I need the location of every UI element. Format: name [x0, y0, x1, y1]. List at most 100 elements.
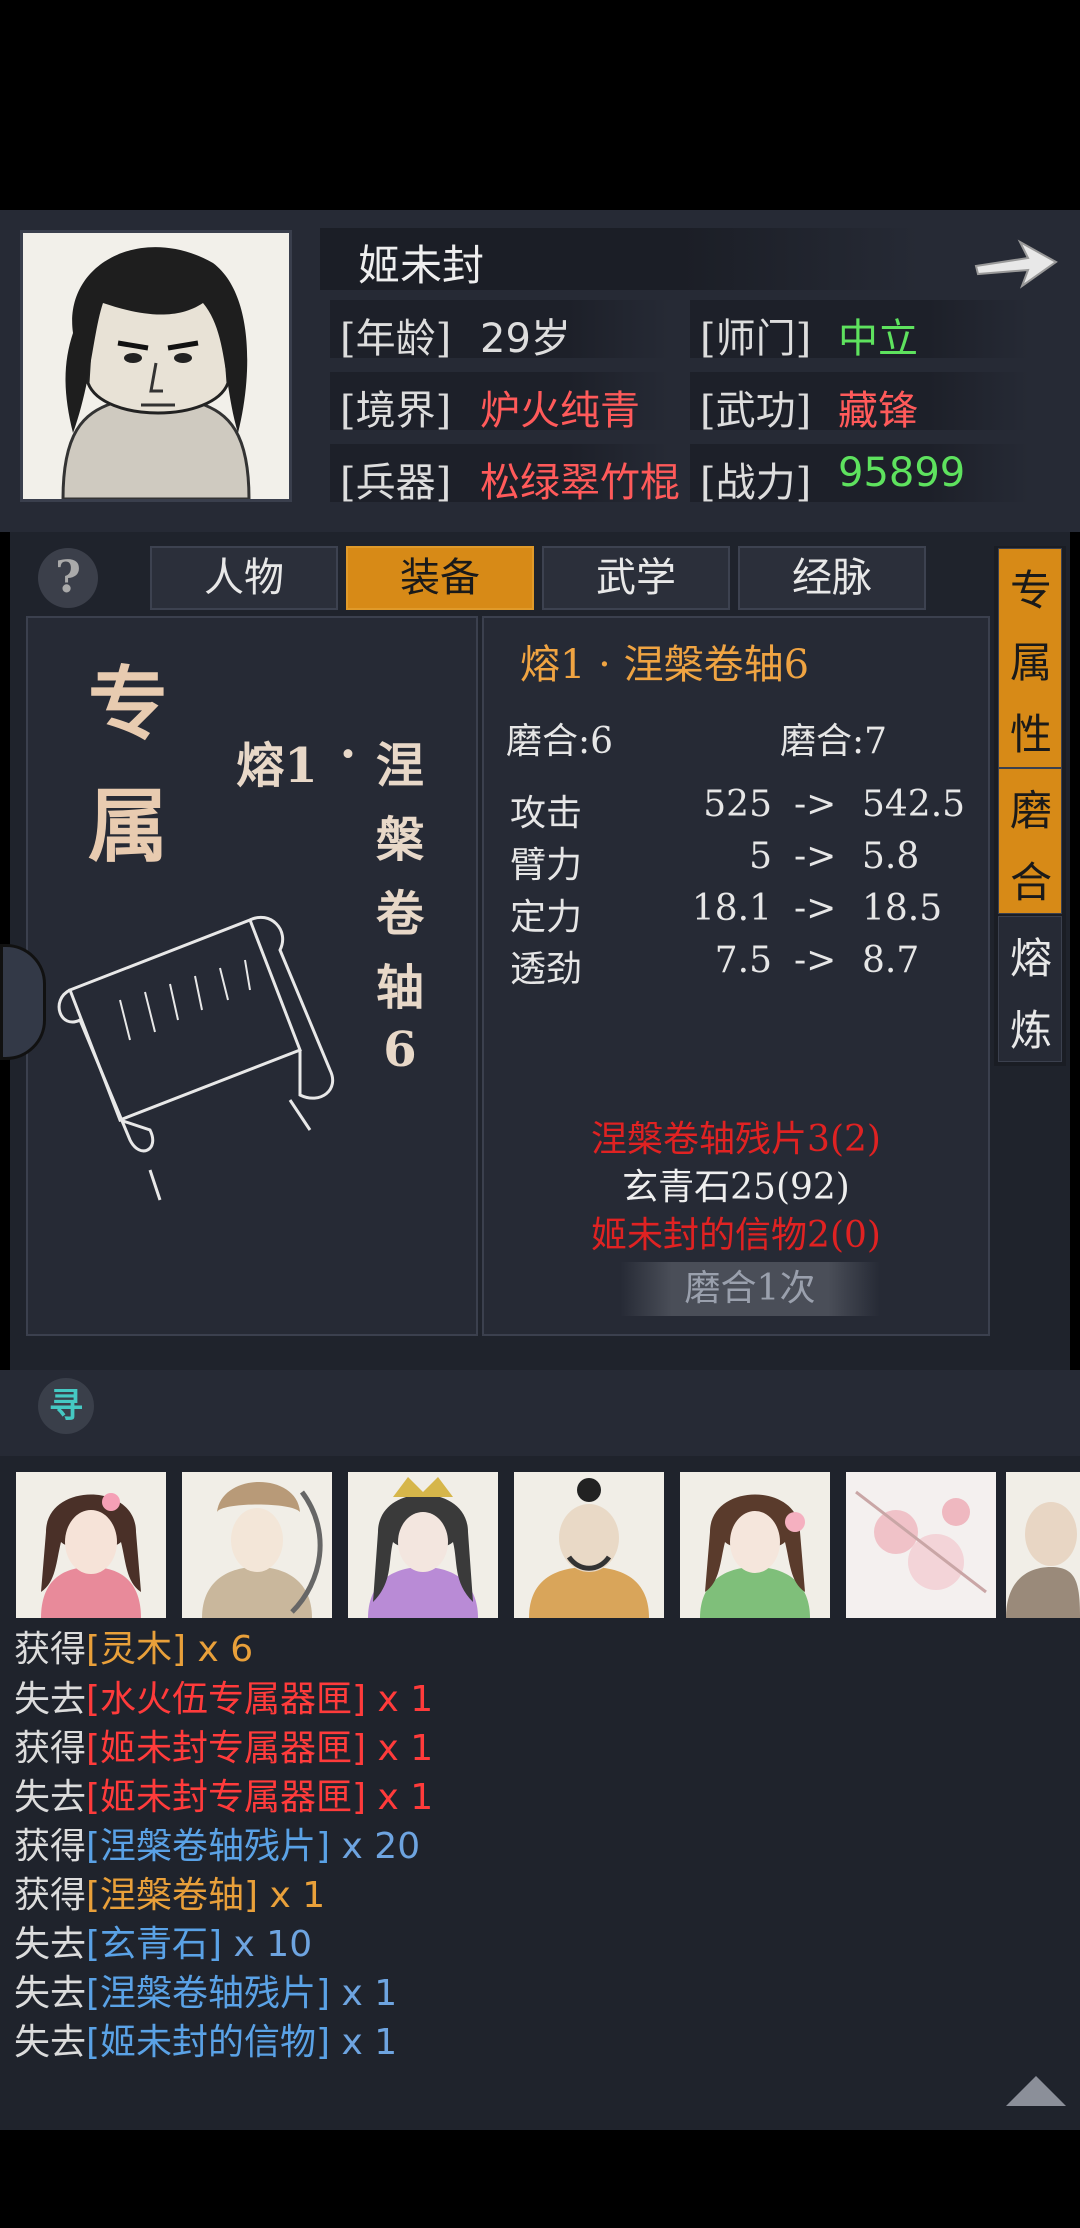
stat-from: 5	[749, 836, 772, 877]
log-line: 失去[姬未封专属器匣] x 1	[14, 1768, 433, 1820]
log-verb: 失去	[14, 1777, 87, 1818]
log-verb: 失去	[14, 1973, 87, 2014]
weapon-value: 松绿翠竹棍	[480, 460, 680, 506]
age-value: 29岁	[480, 316, 571, 362]
item-name-vertical: 涅	[375, 738, 424, 794]
stat-to: 8.7	[862, 940, 920, 981]
stat-name: 透劲	[510, 949, 583, 990]
search-icon[interactable]: 寻	[38, 1378, 94, 1434]
tab-character[interactable]: 人物	[150, 546, 338, 610]
stat-name: 臂力	[510, 845, 583, 886]
item-name-vertical: ·	[339, 726, 357, 782]
character-card[interactable]	[16, 1472, 166, 1618]
log-verb: 失去	[14, 2022, 87, 2063]
martial-art-value: 藏锋	[838, 388, 918, 434]
item-name-vertical: 熔1	[236, 738, 318, 794]
log-item: [姬未封专属器匣]	[86, 1728, 367, 1769]
stat-from: 525	[703, 784, 772, 825]
category-char: 属	[88, 779, 168, 873]
next-character-arrow-icon[interactable]	[970, 228, 1060, 298]
log-line: 失去[水火伍专属器匣] x 1	[14, 1670, 433, 1722]
power-value: 95899	[838, 450, 966, 496]
tab-equipment[interactable]: 装备	[346, 546, 534, 610]
character-card[interactable]	[514, 1472, 664, 1618]
side-tab-smelt[interactable]: 熔 炼	[998, 916, 1062, 1062]
stat-name: 攻击	[510, 793, 583, 834]
help-icon[interactable]: ?	[38, 548, 98, 608]
sect-value: 中立	[838, 316, 918, 362]
character-name: 姬未封	[358, 241, 485, 290]
character-card[interactable]	[348, 1472, 498, 1618]
log-item: [涅槃卷轴残片]	[86, 1826, 331, 1867]
character-card[interactable]	[680, 1472, 830, 1618]
sect-label: [师门]	[700, 316, 812, 362]
stat-arrow: ->	[794, 888, 837, 929]
tab-martial-arts[interactable]: 武学	[542, 546, 730, 610]
log-line: 失去[玄青石] x 10	[14, 1915, 312, 1967]
log-qty: x 10	[222, 1924, 313, 1965]
log-verb: 获得	[14, 1826, 87, 1867]
log-qty: x 1	[330, 2022, 398, 2063]
material-requirement: 姬未封的信物2(0)	[591, 1215, 881, 1256]
side-tab-char: 属	[1009, 638, 1052, 687]
log-verb: 失去	[14, 1679, 87, 1720]
log-verb: 获得	[14, 1728, 87, 1769]
side-tab-char: 熔	[1009, 934, 1052, 983]
stat-arrow: ->	[794, 784, 837, 825]
realm-label: [境界]	[340, 388, 452, 434]
log-line: 失去[涅槃卷轴残片] x 1	[14, 1964, 397, 2016]
log-item: [姬未封专属器匣]	[86, 1777, 367, 1818]
log-qty: x 1	[366, 1777, 434, 1818]
side-tab-char: 性	[1009, 710, 1052, 759]
weapon-label: [兵器]	[340, 460, 452, 506]
material-requirement: 玄青石25(92)	[622, 1167, 850, 1208]
side-tab-char: 合	[1009, 858, 1052, 907]
item-name-vertical: 槃	[375, 812, 424, 868]
character-card[interactable]	[846, 1472, 996, 1618]
log-item: [涅槃卷轴残片]	[86, 1973, 331, 2014]
character-portrait	[20, 230, 292, 502]
log-qty: x 1	[366, 1679, 434, 1720]
hone-current: 磨合:6	[506, 721, 614, 762]
power-label: [战力]	[700, 460, 812, 506]
character-card[interactable]	[182, 1472, 332, 1618]
hone-next: 磨合:7	[780, 721, 888, 762]
stat-to: 18.5	[862, 888, 943, 929]
log-line: 获得[灵木] x 6	[14, 1620, 253, 1672]
item-name-vertical: 6	[383, 1022, 417, 1078]
log-verb: 获得	[14, 1875, 87, 1916]
item-name-vertical: 轴	[375, 960, 424, 1016]
log-qty: x 20	[330, 1826, 421, 1867]
scroll-up-icon[interactable]	[1004, 2072, 1068, 2108]
tab-meridians[interactable]: 经脉	[738, 546, 926, 610]
item-name-vertical: 卷	[375, 886, 424, 942]
stat-to: 542.5	[862, 784, 966, 825]
log-line: 失去[姬未封的信物] x 1	[14, 2013, 397, 2065]
log-verb: 失去	[14, 1924, 87, 1965]
side-tab-char: 磨	[1009, 786, 1052, 835]
search-strip	[0, 1370, 1080, 1456]
stat-arrow: ->	[794, 940, 837, 981]
log-line: 获得[涅槃卷轴] x 1	[14, 1866, 325, 1918]
stat-to: 5.8	[862, 836, 920, 877]
hone-once-button[interactable]: 磨合1次	[620, 1262, 880, 1316]
category-char: 专	[88, 657, 168, 751]
log-qty: x 1	[330, 1973, 398, 2014]
side-tab-hone[interactable]: 磨 合	[998, 768, 1062, 914]
log-qty: x 6	[186, 1629, 254, 1670]
stat-from: 18.1	[691, 888, 772, 929]
log-line: 获得[姬未封专属器匣] x 1	[14, 1719, 433, 1771]
log-item: [涅槃卷轴]	[86, 1875, 259, 1916]
material-requirement: 涅槃卷轴残片3(2)	[591, 1119, 881, 1160]
item-title: 熔1 · 涅槃卷轴6	[520, 642, 810, 688]
stat-name: 定力	[510, 897, 583, 938]
log-qty: x 1	[258, 1875, 326, 1916]
character-card[interactable]	[1006, 1472, 1080, 1618]
realm-value: 炉火纯青	[480, 388, 640, 434]
log-item: [水火伍专属器匣]	[86, 1679, 367, 1720]
martial-art-label: [武功]	[700, 388, 812, 434]
log-line: 获得[涅槃卷轴残片] x 20	[14, 1817, 420, 1869]
log-item: [灵木]	[86, 1629, 187, 1670]
age-label: [年龄]	[340, 316, 452, 362]
scroll-icon	[57, 915, 335, 1201]
